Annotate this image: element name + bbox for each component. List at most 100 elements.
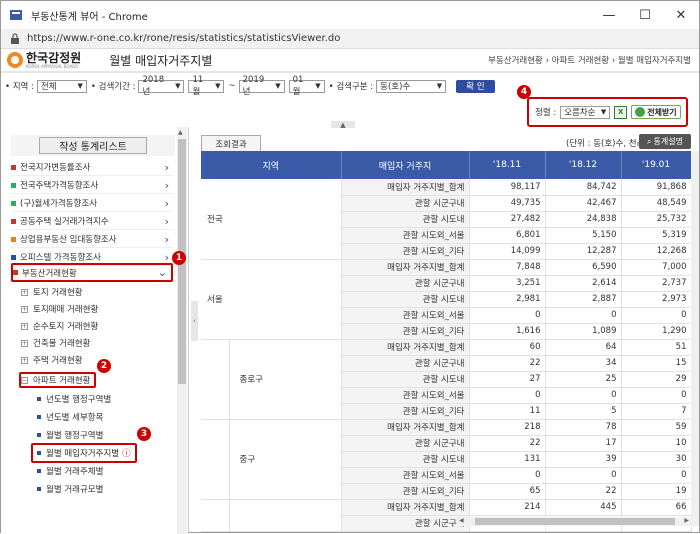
col-header-region[interactable]: 지역 <box>201 151 342 179</box>
tree-item-apartment[interactable]: − 아파트 거래현황 <box>19 372 97 388</box>
sidebar-item-label: 공동주택 실거래가격지수 <box>20 217 109 227</box>
sidebar-item-apt-index[interactable]: 공동주택 실거래가격지수 › <box>11 213 173 230</box>
chevron-right-icon: › <box>164 160 169 174</box>
table-scroll-thumb[interactable] <box>475 518 675 525</box>
tree-item-label: 아파트 거래현황 <box>33 376 91 386</box>
bullet-icon <box>37 415 41 419</box>
col-header-month[interactable]: '18.12 <box>545 151 622 179</box>
chevron-down-icon: ▼ <box>175 82 181 90</box>
url-text[interactable]: https://www.r-one.co.kr/rone/resis/stati… <box>27 33 340 44</box>
page-title: 월별 매입자거주지별 <box>109 53 213 68</box>
value-cell: 0 <box>545 307 622 324</box>
leaf-yearly-admin[interactable]: 년도별 행정구역별 <box>37 391 111 407</box>
tree-item-housing[interactable]: + 주택 거래현황 <box>21 352 83 368</box>
region-select[interactable]: 전체 ▼ <box>36 79 87 93</box>
excel-download-icon[interactable]: X <box>614 105 628 119</box>
value-cell: 2,887 <box>545 291 622 308</box>
scroll-up-icon[interactable]: ▲ <box>178 129 183 136</box>
value-cell: 22 <box>545 483 622 500</box>
value-cell: 214 <box>469 499 546 516</box>
logo[interactable]: 한국감정원 KOREA APPRAISAL BOARD <box>7 52 81 69</box>
tree-item-land[interactable]: + 토지 거래현황 <box>21 284 83 300</box>
tree-item-land-sale[interactable]: + 토지매매 거래현황 <box>21 301 98 317</box>
value-cell: 2,614 <box>545 275 622 292</box>
indicator-cell: 관할 시도외_서울 <box>341 467 470 484</box>
col-header-month[interactable]: '19.01 <box>621 151 692 179</box>
collapse-filter-handle[interactable]: ▲ <box>331 121 355 129</box>
indicator-cell: 관할 시도외_기타 <box>341 483 470 500</box>
info-icon: ⓘ <box>122 449 131 459</box>
chevron-down-icon: ▼ <box>315 82 321 90</box>
bullet-icon <box>11 182 16 188</box>
sidebar-item-transactions[interactable]: 부동산거래현황 ⌄ <box>11 263 173 282</box>
value-cell: 25,732 <box>621 211 692 228</box>
value-cell: 0 <box>469 307 546 324</box>
stat-list-button[interactable]: 작성 통계리스트 <box>39 137 147 154</box>
bullet-icon <box>37 397 41 401</box>
value-cell: 65 <box>469 483 546 500</box>
value-cell: 60 <box>469 339 546 356</box>
bullet-icon <box>11 254 16 260</box>
close-icon[interactable]: ✕ <box>663 1 699 29</box>
maximize-icon[interactable]: ☐ <box>627 1 663 29</box>
leaf-monthly-buyer-residence[interactable]: 월별 매입자거주지별 ⓘ <box>31 443 137 463</box>
value-cell: 2,973 <box>621 291 692 308</box>
chevron-down-icon: ▼ <box>600 108 607 116</box>
col-header-residence[interactable]: 매입자 거주지 <box>341 151 470 179</box>
search-type-select[interactable]: 동(호)수 ▼ <box>376 79 447 93</box>
sidebar-item-land-price[interactable]: 전국지가변동률조사 › <box>11 159 173 176</box>
sidebar-item-rent-price[interactable]: (구)월세가격동향조사 › <box>11 195 173 212</box>
indicator-cell: 매입자 거주지별_합계 <box>341 259 470 276</box>
leaf-yearly-detail[interactable]: 년도별 세부항목 <box>37 409 103 425</box>
indicator-cell: 매입자 거주지별_합계 <box>341 179 470 196</box>
confirm-button[interactable]: 확 인 <box>456 79 495 93</box>
end-year-value: 2019년 <box>242 75 265 97</box>
chevron-right-icon: › <box>164 214 169 228</box>
bullet-icon <box>11 200 16 206</box>
tree-item-pure-land[interactable]: + 순수토지 거래현황 <box>21 318 98 334</box>
start-year-select[interactable]: 2018년 ▼ <box>138 75 185 97</box>
end-month-select[interactable]: 01월 ▼ <box>288 75 325 97</box>
leaf-label: 월별 거래규모별 <box>46 485 104 495</box>
collapse-sidebar-handle[interactable]: ‹ <box>191 301 198 341</box>
scroll-right-icon[interactable]: ▶ <box>684 517 689 524</box>
end-year-select[interactable]: 2019년 ▼ <box>238 75 285 97</box>
value-cell: 2,737 <box>621 275 692 292</box>
leaf-monthly-size[interactable]: 월별 거래규모별 <box>37 481 103 497</box>
table-horizontal-scrollbar[interactable]: ◀ ▶ <box>457 517 691 526</box>
scroll-left-icon[interactable]: ◀ <box>459 517 464 524</box>
address-bar[interactable]: https://www.r-one.co.kr/rone/resis/stati… <box>1 29 699 49</box>
start-year-value: 2018년 <box>142 75 165 97</box>
value-cell: 0 <box>469 467 546 484</box>
annotation-badge-2: 2 <box>97 359 111 373</box>
download-all-button[interactable]: 전체받기 <box>631 105 681 119</box>
value-cell: 5,319 <box>621 227 692 244</box>
sidebar-item-housing-price[interactable]: 전국주택가격동향조사 › <box>11 177 173 194</box>
tab-results[interactable]: 조회결과 <box>201 135 261 151</box>
leaf-monthly-admin[interactable]: 월별 행정구역별 <box>37 427 103 443</box>
start-month-select[interactable]: 11월 ▼ <box>188 75 225 97</box>
sidebar-scrollbar[interactable]: ▲ <box>177 127 187 534</box>
value-cell: 131 <box>469 451 546 468</box>
value-cell: 66 <box>621 499 692 516</box>
leaf-label: 월별 행정구역별 <box>46 431 104 441</box>
results-table: 지역 매입자 거주지 '18.11 '18.12 '19.01 전국 매입자 거주… <box>201 151 692 532</box>
sidebar-item-commercial[interactable]: 상업용부동산 임대동향조사 › <box>11 231 173 248</box>
minimize-icon[interactable]: — <box>591 1 627 29</box>
value-cell: 22 <box>469 435 546 452</box>
indicator-cell: 관할 시군구내 <box>341 515 470 532</box>
tree-item-label: 주택 거래현황 <box>33 356 83 366</box>
leaf-monthly-subject[interactable]: 월별 거래주체별 <box>37 463 103 479</box>
sidebar-header: 작성 통계리스트 <box>11 135 175 156</box>
value-cell: 78 <box>545 419 622 436</box>
value-cell: 27,482 <box>469 211 546 228</box>
sort-select[interactable]: 오름차순 ▼ <box>560 105 611 119</box>
region-parent-cell <box>201 339 230 420</box>
col-header-month[interactable]: '18.11 <box>469 151 546 179</box>
stat-explain-button[interactable]: ⌕ 통계설명 <box>639 134 691 149</box>
tilde: ~ <box>228 81 236 91</box>
tree-item-building[interactable]: + 건축물 거래현황 <box>21 335 90 351</box>
tree-item-label: 건축물 거래현황 <box>33 339 91 349</box>
bullet-icon <box>11 164 16 170</box>
table-vertical-scrollbar[interactable] <box>691 151 699 526</box>
